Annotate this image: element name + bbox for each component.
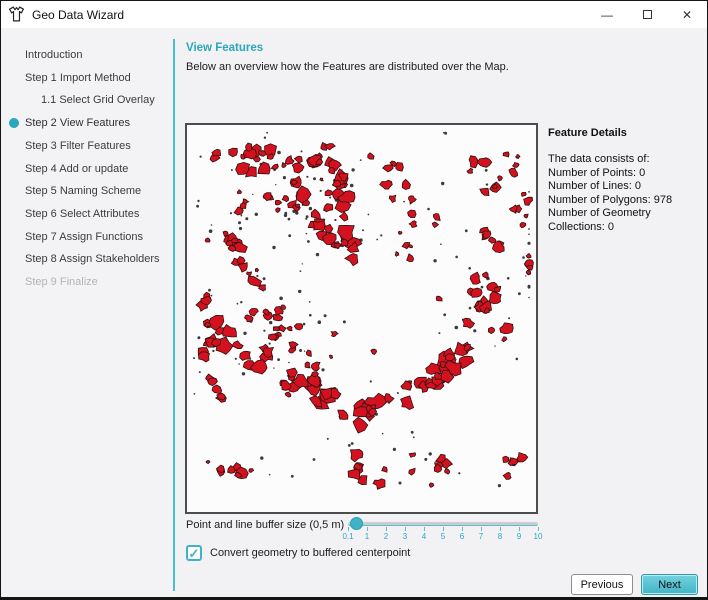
slider-tick <box>348 527 349 531</box>
slider-tick-label: 9 <box>517 532 521 541</box>
buffer-size-label: Point and line buffer size (0,5 m) <box>186 519 344 531</box>
feature-detail-line: The data consists of: <box>548 153 706 167</box>
slider-tick <box>386 527 387 531</box>
buffer-size-slider[interactable]: 0.112345678910 <box>348 516 538 542</box>
slider-tick <box>538 527 539 531</box>
slider-tick-label: 4 <box>422 532 426 541</box>
maximize-button[interactable] <box>627 1 667 28</box>
convert-geometry-label: Convert geometry to buffered centerpoint <box>210 547 410 559</box>
feature-detail-line: Number of Geometry Collections: 0 <box>548 207 706 234</box>
sidebar-item-step-1-import-method[interactable]: Step 1 Import Method <box>1 68 173 88</box>
sidebar-item-label: Step 9 Finalize <box>1 276 98 288</box>
sidebar-item-introduction[interactable]: Introduction <box>1 45 173 65</box>
next-button[interactable]: Next <box>641 574 698 595</box>
slider-tick-label: 8 <box>498 532 502 541</box>
slider-tick-label: 3 <box>403 532 407 541</box>
slider-tick <box>462 527 463 531</box>
feature-map-canvas <box>185 123 538 514</box>
app-logo-icon <box>8 6 25 23</box>
sidebar-item-step-6-select-attributes[interactable]: Step 6 Select Attributes <box>1 204 173 224</box>
slider-tick-label: 7 <box>479 532 483 541</box>
maximize-icon <box>643 10 652 19</box>
minimize-icon: — <box>601 8 613 22</box>
sidebar-item-label: Step 7 Assign Functions <box>1 231 143 243</box>
title-bar[interactable]: Geo Data Wizard — ✕ <box>1 1 707 28</box>
slider-tick <box>424 527 425 531</box>
slider-tick-label: 1 <box>365 532 369 541</box>
page-title: View Features <box>186 42 263 54</box>
sidebar-item-step-8-assign-stakeholders[interactable]: Step 8 Assign Stakeholders <box>1 249 173 269</box>
sidebar-item-step-9-finalize: Step 9 Finalize <box>1 272 173 292</box>
feature-detail-line: Number of Points: 0 <box>548 167 706 181</box>
slider-tick-label: 6 <box>460 532 464 541</box>
sidebar-divider <box>173 39 175 591</box>
feature-details-title: Feature Details <box>548 127 706 139</box>
sidebar-item-step-2-view-features[interactable]: Step 2 View Features <box>1 113 173 133</box>
slider-tick <box>405 527 406 531</box>
sidebar-item-label: Step 4 Add or update <box>1 163 128 175</box>
slider-tick <box>443 527 444 531</box>
window-title: Geo Data Wizard <box>32 8 124 22</box>
slider-tick <box>500 527 501 531</box>
wizard-steps-sidebar: Introduction Step 1 Import Method 1.1 Sele… <box>1 28 173 597</box>
slider-tick <box>481 527 482 531</box>
slider-thumb[interactable] <box>350 517 363 530</box>
geo-data-wizard-window: Geo Data Wizard — ✕ Introduction Step 1 I… <box>0 0 708 600</box>
sidebar-item-label: Step 3 Filter Features <box>1 140 131 152</box>
slider-tick-label: 10 <box>534 532 543 541</box>
feature-details-panel: Feature Details The data consists of:Num… <box>548 127 706 234</box>
close-button[interactable]: ✕ <box>667 1 707 28</box>
feature-detail-line: Number of Lines: 0 <box>548 180 706 194</box>
sidebar-item-label: Introduction <box>1 49 82 61</box>
slider-tick-label: 0.1 <box>342 532 353 541</box>
sidebar-item-label: Step 5 Naming Scheme <box>1 185 141 197</box>
close-icon: ✕ <box>682 8 692 22</box>
sidebar-item-label: Step 1 Import Method <box>1 72 131 84</box>
slider-tick-label: 2 <box>384 532 388 541</box>
sidebar-item-step-3-filter-features[interactable]: Step 3 Filter Features <box>1 136 173 156</box>
page-subtitle: Below an overview how the Features are d… <box>186 61 509 73</box>
slider-tick <box>519 527 520 531</box>
minimize-button[interactable]: — <box>587 1 627 28</box>
sidebar-item-step-4-add-or-update[interactable]: Step 4 Add or update <box>1 159 173 179</box>
slider-tick-label: 5 <box>441 532 445 541</box>
checkmark-icon: ✓ <box>189 547 200 560</box>
convert-geometry-row: ✓ Convert geometry to buffered centerpoi… <box>186 545 410 561</box>
slider-tick <box>367 527 368 531</box>
sidebar-item-label: Step 2 View Features <box>1 117 130 129</box>
convert-geometry-checkbox[interactable]: ✓ <box>186 545 202 561</box>
previous-button[interactable]: Previous <box>571 574 633 595</box>
sidebar-item-label: Step 6 Select Attributes <box>1 208 139 220</box>
sidebar-item-step-7-assign-functions[interactable]: Step 7 Assign Functions <box>1 227 173 247</box>
feature-detail-line: Number of Polygons: 978 <box>548 194 706 208</box>
sidebar-item-1-1-select-grid-overlay[interactable]: 1.1 Select Grid Overlay <box>1 90 173 110</box>
sidebar-item-label: Step 8 Assign Stakeholders <box>1 253 160 265</box>
sidebar-item-step-5-naming-scheme[interactable]: Step 5 Naming Scheme <box>1 181 173 201</box>
sidebar-item-label: 1.1 Select Grid Overlay <box>1 94 155 106</box>
slider-track[interactable] <box>348 522 538 526</box>
